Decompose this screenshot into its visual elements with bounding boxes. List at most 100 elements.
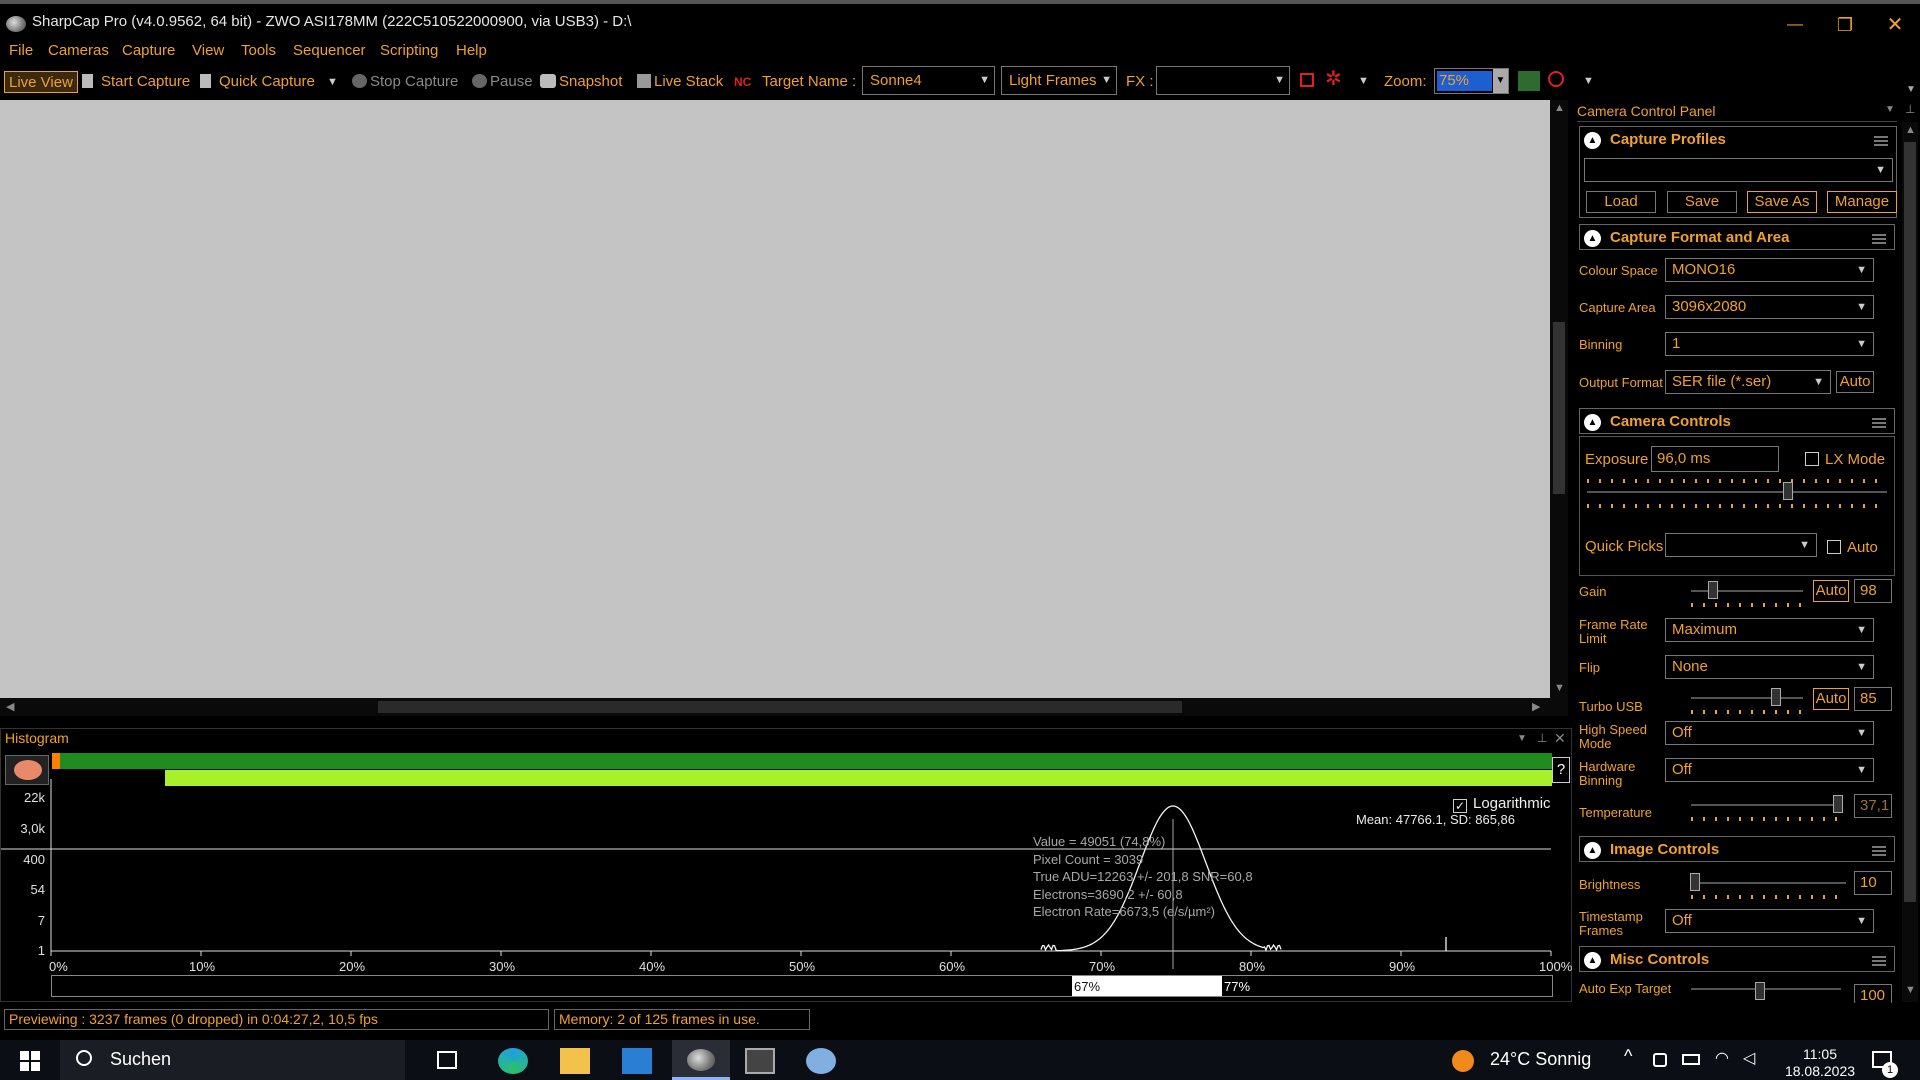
file-explorer-icon[interactable] bbox=[560, 1048, 590, 1074]
meet-now-icon[interactable] bbox=[1653, 1053, 1667, 1067]
scroll-right-icon[interactable]: ▶ bbox=[1532, 700, 1540, 713]
high-speed-mode-select[interactable]: Off ▼ bbox=[1665, 721, 1874, 745]
windows-start-icon[interactable] bbox=[20, 1051, 40, 1071]
collapse-icon[interactable]: ▲ bbox=[1584, 132, 1601, 149]
menu-help[interactable]: Help bbox=[456, 42, 487, 59]
exposure-slider-knob[interactable] bbox=[1783, 482, 1793, 500]
capture-area-select[interactable]: 3096x2080 ▼ bbox=[1665, 295, 1874, 319]
overlay-dropdown-icon[interactable]: ▼ bbox=[1358, 75, 1369, 87]
zoom-value[interactable]: 75% bbox=[1437, 71, 1492, 91]
binning-select[interactable]: 1 ▼ bbox=[1665, 332, 1874, 356]
menu-sequencer[interactable]: Sequencer bbox=[293, 42, 366, 59]
paint-app-icon[interactable] bbox=[806, 1048, 836, 1074]
hardware-binning-select[interactable]: Off ▼ bbox=[1665, 758, 1874, 782]
mail-icon[interactable] bbox=[622, 1048, 652, 1074]
histogram-range-bar[interactable] bbox=[52, 753, 1552, 769]
stop-capture-button[interactable]: Stop Capture bbox=[352, 71, 458, 93]
edge-browser-icon[interactable] bbox=[498, 1048, 528, 1074]
manage-profiles-button[interactable]: Manage bbox=[1827, 191, 1897, 213]
brightness-slider-track[interactable] bbox=[1691, 882, 1846, 884]
scroll-up-icon[interactable]: ▲ bbox=[1554, 102, 1565, 114]
zoom-search-icon[interactable] bbox=[1548, 71, 1564, 87]
flip-select[interactable]: None ▼ bbox=[1665, 655, 1874, 679]
scrollbar-thumb[interactable] bbox=[378, 701, 1182, 713]
clock-date[interactable]: 18.08.2023 bbox=[1770, 1063, 1870, 1079]
close-histogram-icon[interactable]: ✕ bbox=[1554, 730, 1566, 747]
load-profile-button[interactable]: Load bbox=[1586, 191, 1656, 213]
task-view-icon[interactable] bbox=[437, 1051, 457, 1069]
menu-file[interactable]: File bbox=[9, 42, 33, 59]
exposure-slider-track[interactable] bbox=[1587, 491, 1887, 493]
logarithmic-checkbox[interactable]: ✓ Logarithmic bbox=[1453, 795, 1551, 813]
crosshair-icon[interactable]: ✲ bbox=[1325, 69, 1342, 89]
camera-controls-header[interactable]: ▲ Camera Controls bbox=[1579, 408, 1895, 434]
restore-button[interactable]: ❐ bbox=[1822, 10, 1868, 40]
exposure-auto-checkbox[interactable]: Auto bbox=[1827, 539, 1878, 556]
turbo-usb-auto-button[interactable]: Auto bbox=[1813, 688, 1849, 710]
close-button[interactable]: ✕ bbox=[1872, 10, 1918, 40]
frame-rate-limit-select[interactable]: Maximum ▼ bbox=[1665, 618, 1874, 642]
zoom-select[interactable]: 75% ▼ bbox=[1434, 68, 1509, 94]
capture-profile-select[interactable]: ▼ bbox=[1584, 158, 1893, 182]
image-viewport[interactable] bbox=[0, 100, 1550, 698]
output-format-auto-button[interactable]: Auto bbox=[1836, 371, 1874, 393]
output-format-select[interactable]: SER file (*.ser) ▼ bbox=[1665, 370, 1831, 394]
auto-exp-target-slider-knob[interactable] bbox=[1755, 982, 1765, 1000]
clock-time[interactable]: 11:05 bbox=[1790, 1046, 1850, 1062]
hamburger-menu-icon[interactable] bbox=[1874, 136, 1888, 146]
auto-exp-target-input[interactable]: 100 bbox=[1854, 984, 1892, 1003]
histogram-plot[interactable] bbox=[1, 779, 1573, 969]
exposure-input[interactable]: 96,0 ms bbox=[1651, 446, 1779, 472]
quick-picks-select[interactable]: ▼ bbox=[1665, 533, 1817, 557]
collapse-icon[interactable]: ▲ bbox=[1584, 230, 1601, 247]
target-name-select[interactable]: Sonne4 ▼ bbox=[862, 66, 995, 95]
scrollbar-thumb[interactable] bbox=[1904, 142, 1916, 902]
collapse-icon[interactable]: ▲ bbox=[1584, 414, 1601, 431]
more-toolbar-dropdown-icon[interactable]: ▼ bbox=[1583, 75, 1594, 87]
quick-capture-dropdown-icon[interactable]: ▼ bbox=[327, 71, 338, 93]
film-app-icon[interactable] bbox=[745, 1048, 775, 1074]
volume-icon[interactable]: ◁ bbox=[1743, 1048, 1755, 1068]
auto-exp-target-slider-track[interactable] bbox=[1691, 988, 1841, 990]
weather-text[interactable]: 24°C Sonnig bbox=[1490, 1049, 1591, 1070]
scrollbar-thumb[interactable] bbox=[1553, 322, 1565, 494]
pause-button[interactable]: Pause bbox=[472, 71, 533, 93]
hamburger-menu-icon[interactable] bbox=[1872, 956, 1886, 966]
menu-tools[interactable]: Tools bbox=[241, 42, 276, 59]
live-view-button[interactable]: Live View bbox=[4, 71, 78, 93]
turbo-usb-slider-track[interactable] bbox=[1691, 697, 1803, 699]
hamburger-menu-icon[interactable] bbox=[1872, 418, 1886, 428]
panel-menu-icon[interactable]: ▼ bbox=[1885, 104, 1895, 115]
fx-select[interactable]: ▼ bbox=[1156, 66, 1290, 95]
gain-slider-knob[interactable] bbox=[1708, 581, 1718, 599]
brightness-slider-knob[interactable] bbox=[1690, 873, 1700, 891]
menu-capture[interactable]: Capture bbox=[122, 42, 175, 59]
battery-icon[interactable] bbox=[1682, 1054, 1700, 1065]
wifi-icon[interactable]: ◠ bbox=[1715, 1048, 1729, 1068]
colour-space-select[interactable]: MONO16 ▼ bbox=[1665, 258, 1874, 282]
turbo-usb-input[interactable]: 85 bbox=[1854, 687, 1892, 711]
brightness-input[interactable]: 10 bbox=[1854, 871, 1892, 895]
image-controls-header[interactable]: ▲ Image Controls bbox=[1579, 836, 1895, 862]
lx-mode-checkbox[interactable]: LX Mode bbox=[1805, 451, 1885, 468]
scroll-down-icon[interactable]: ▼ bbox=[1554, 682, 1565, 694]
timestamp-frames-select[interactable]: Off ▼ bbox=[1665, 909, 1874, 933]
chevron-up-icon[interactable]: ^ bbox=[1624, 1046, 1632, 1067]
gain-auto-button[interactable]: Auto bbox=[1813, 580, 1849, 602]
pin-icon[interactable]: ⊥ bbox=[1537, 731, 1547, 745]
no-target-icon[interactable]: NC bbox=[734, 71, 751, 93]
save-profile-button[interactable]: Save bbox=[1667, 191, 1737, 213]
hamburger-menu-icon[interactable] bbox=[1872, 234, 1886, 244]
collapse-icon[interactable]: ▲ bbox=[1584, 952, 1601, 969]
panel-menu-icon[interactable]: ▼ bbox=[1517, 733, 1527, 744]
menu-scripting[interactable]: Scripting bbox=[380, 42, 438, 59]
pin-icon[interactable]: ⊥ bbox=[1905, 102, 1915, 116]
start-capture-button[interactable]: Start Capture bbox=[82, 71, 190, 93]
taskbar-search-box[interactable]: Suchen bbox=[60, 1040, 405, 1080]
viewport-horizontal-scrollbar[interactable]: ◀ ▶ bbox=[0, 698, 1568, 716]
gain-input[interactable]: 98 bbox=[1854, 579, 1892, 603]
frame-type-select[interactable]: Light Frames ▼ bbox=[1001, 66, 1117, 95]
hamburger-menu-icon[interactable] bbox=[1872, 846, 1886, 856]
menu-view[interactable]: View bbox=[192, 42, 224, 59]
histogram-range-selector[interactable]: 67% 77% bbox=[51, 975, 1553, 997]
